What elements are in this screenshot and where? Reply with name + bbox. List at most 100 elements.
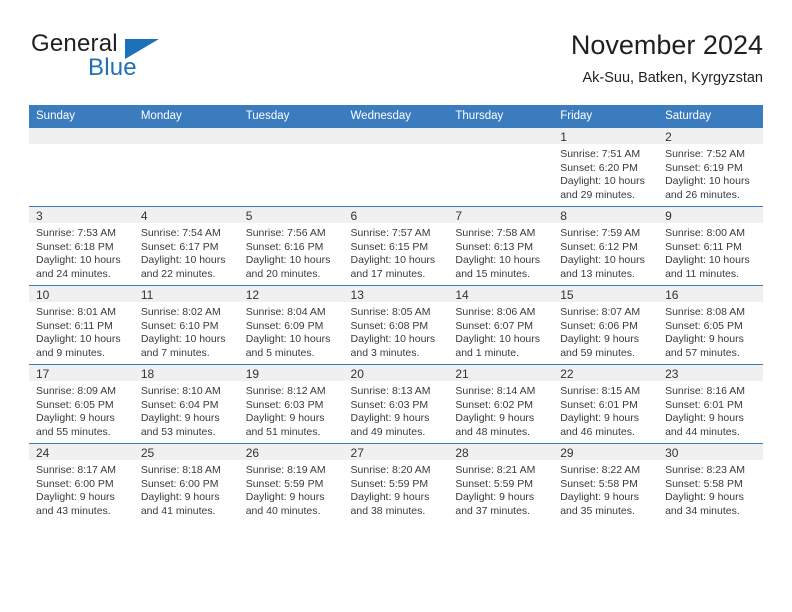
day-details: Sunrise: 8:21 AM Sunset: 5:59 PM Daylight:… bbox=[448, 460, 553, 518]
calendar-day-cell[interactable]: 5 Sunrise: 7:56 AM Sunset: 6:16 PM Daylight… bbox=[238, 206, 344, 286]
calendar-day-cell[interactable]: 1 Sunrise: 7:51 AM Sunset: 6:20 PM Daylight… bbox=[553, 127, 659, 207]
calendar-day-cell[interactable]: 3 Sunrise: 7:53 AM Sunset: 6:18 PM Daylight… bbox=[29, 206, 134, 286]
calendar-day-cell[interactable]: 4 Sunrise: 7:54 AM Sunset: 6:17 PM Daylight… bbox=[133, 206, 239, 286]
calendar-day-cell[interactable]: 9 Sunrise: 8:00 AM Sunset: 6:11 PM Daylight… bbox=[658, 206, 763, 286]
daylight-text: Daylight: 9 hours and 35 minutes. bbox=[560, 491, 640, 517]
day-number: 9 bbox=[658, 207, 763, 223]
calendar-day-cell[interactable]: 17 Sunrise: 8:09 AM Sunset: 6:05 PM Dayligh… bbox=[29, 364, 134, 444]
calendar-day-cell[interactable]: 16 Sunrise: 8:08 AM Sunset: 6:05 PM Dayligh… bbox=[658, 285, 763, 365]
sunrise-text: Sunrise: 8:00 AM bbox=[665, 227, 746, 239]
sunrise-text: Sunrise: 7:54 AM bbox=[140, 227, 221, 239]
sunset-text: Sunset: 6:01 PM bbox=[665, 398, 743, 411]
day-number: 7 bbox=[448, 207, 554, 223]
calendar-day-cell[interactable]: 20 Sunrise: 8:13 AM Sunset: 6:03 PM Dayligh… bbox=[343, 364, 449, 444]
calendar-cell-empty bbox=[238, 127, 344, 207]
calendar-day-cell[interactable]: 23 Sunrise: 8:16 AM Sunset: 6:01 PM Dayligh… bbox=[658, 364, 763, 444]
daylight-text: Daylight: 10 hours and 11 minutes. bbox=[665, 254, 750, 280]
sunset-text: Sunset: 6:11 PM bbox=[665, 240, 742, 253]
calendar-day-cell[interactable]: 6 Sunrise: 7:57 AM Sunset: 6:15 PM Daylight… bbox=[343, 206, 449, 286]
calendar-day-cell[interactable]: 25 Sunrise: 8:18 AM Sunset: 6:00 PM Dayligh… bbox=[133, 443, 239, 522]
sunset-text: Sunset: 6:00 PM bbox=[140, 477, 219, 490]
calendar-header-row: Sunday Monday Tuesday Wednesday Thursday… bbox=[29, 105, 763, 128]
day-number: 19 bbox=[238, 365, 344, 381]
daylight-text: Daylight: 9 hours and 43 minutes. bbox=[36, 491, 115, 517]
sunset-text: Sunset: 6:16 PM bbox=[245, 240, 324, 253]
day-number: 2 bbox=[658, 128, 763, 144]
calendar-day-cell[interactable]: 10 Sunrise: 8:01 AM Sunset: 6:11 PM Dayligh… bbox=[29, 285, 134, 365]
daylight-text: Daylight: 10 hours and 26 minutes. bbox=[665, 175, 750, 201]
weekday-header-sunday: Sunday bbox=[29, 105, 134, 128]
sunrise-text: Sunrise: 8:23 AM bbox=[665, 464, 746, 476]
calendar-day-cell[interactable]: 29 Sunrise: 8:22 AM Sunset: 5:58 PM Dayligh… bbox=[553, 443, 659, 522]
daylight-text: Daylight: 10 hours and 15 minutes. bbox=[455, 254, 541, 280]
sunset-text: Sunset: 6:19 PM bbox=[665, 161, 743, 174]
sunset-text: Sunset: 6:03 PM bbox=[245, 398, 324, 411]
day-number: 21 bbox=[448, 365, 554, 381]
daylight-text: Daylight: 10 hours and 3 minutes. bbox=[350, 333, 436, 359]
daylight-text: Daylight: 9 hours and 49 minutes. bbox=[350, 412, 430, 438]
day-number: 6 bbox=[343, 207, 449, 223]
day-details: Sunrise: 8:15 AM Sunset: 6:01 PM Daylight:… bbox=[553, 381, 658, 439]
calendar-day-cell[interactable]: 22 Sunrise: 8:15 AM Sunset: 6:01 PM Dayligh… bbox=[553, 364, 659, 444]
day-details: Sunrise: 7:51 AM Sunset: 6:20 PM Daylight:… bbox=[553, 144, 658, 202]
daylight-text: Daylight: 9 hours and 55 minutes. bbox=[36, 412, 115, 438]
calendar-day-cell[interactable]: 19 Sunrise: 8:12 AM Sunset: 6:03 PM Dayligh… bbox=[238, 364, 344, 444]
sunrise-text: Sunrise: 8:09 AM bbox=[36, 385, 116, 397]
calendar-day-cell[interactable]: 26 Sunrise: 8:19 AM Sunset: 5:59 PM Dayligh… bbox=[238, 443, 344, 522]
day-number bbox=[29, 128, 134, 144]
calendar-day-cell[interactable]: 15 Sunrise: 8:07 AM Sunset: 6:06 PM Dayligh… bbox=[553, 285, 659, 365]
calendar-day-cell[interactable]: 12 Sunrise: 8:04 AM Sunset: 6:09 PM Dayligh… bbox=[238, 285, 344, 365]
sunset-text: Sunset: 6:05 PM bbox=[665, 319, 743, 332]
day-number bbox=[448, 128, 554, 144]
daylight-text: Daylight: 10 hours and 22 minutes. bbox=[140, 254, 226, 280]
calendar-day-cell[interactable]: 2 Sunrise: 7:52 AM Sunset: 6:19 PM Daylight… bbox=[658, 127, 763, 207]
calendar-day-cell[interactable]: 18 Sunrise: 8:10 AM Sunset: 6:04 PM Dayligh… bbox=[133, 364, 239, 444]
day-details: Sunrise: 7:57 AM Sunset: 6:15 PM Daylight:… bbox=[344, 223, 449, 281]
sunset-text: Sunset: 6:02 PM bbox=[455, 398, 534, 411]
sunrise-text: Sunrise: 8:16 AM bbox=[665, 385, 746, 397]
sunrise-text: Sunrise: 8:14 AM bbox=[455, 385, 536, 397]
sunset-text: Sunset: 6:17 PM bbox=[140, 240, 219, 253]
day-number: 28 bbox=[448, 444, 554, 460]
day-number: 29 bbox=[553, 444, 659, 460]
brand-logo[interactable]: General Blue bbox=[29, 28, 249, 90]
calendar-day-cell[interactable]: 14 Sunrise: 8:06 AM Sunset: 6:07 PM Dayligh… bbox=[448, 285, 554, 365]
sunset-text: Sunset: 6:11 PM bbox=[36, 319, 113, 332]
day-details: Sunrise: 8:22 AM Sunset: 5:58 PM Daylight:… bbox=[553, 460, 658, 518]
calendar-cell-empty bbox=[448, 127, 554, 207]
weekday-header-friday: Friday bbox=[553, 105, 659, 128]
day-number: 3 bbox=[29, 207, 134, 223]
daylight-text: Daylight: 9 hours and 44 minutes. bbox=[665, 412, 744, 438]
page-subtitle: Ak-Suu, Batken, Kyrgyzstan bbox=[582, 70, 763, 86]
day-details: Sunrise: 8:05 AM Sunset: 6:08 PM Daylight:… bbox=[344, 302, 449, 360]
day-details: Sunrise: 8:01 AM Sunset: 6:11 PM Daylight:… bbox=[29, 302, 134, 360]
calendar-day-cell[interactable]: 28 Sunrise: 8:21 AM Sunset: 5:59 PM Dayligh… bbox=[448, 443, 554, 522]
sunset-text: Sunset: 6:04 PM bbox=[140, 398, 219, 411]
sunrise-text: Sunrise: 7:57 AM bbox=[350, 227, 431, 239]
page-title: November 2024 bbox=[570, 30, 763, 60]
day-number: 10 bbox=[29, 286, 134, 302]
day-details: Sunrise: 8:09 AM Sunset: 6:05 PM Daylight:… bbox=[29, 381, 134, 439]
calendar-day-cell[interactable]: 30 Sunrise: 8:23 AM Sunset: 5:58 PM Dayligh… bbox=[658, 443, 763, 522]
calendar-day-cell[interactable]: 11 Sunrise: 8:02 AM Sunset: 6:10 PM Dayligh… bbox=[133, 285, 239, 365]
sunrise-text: Sunrise: 8:19 AM bbox=[245, 464, 326, 476]
calendar-day-cell[interactable]: 27 Sunrise: 8:20 AM Sunset: 5:59 PM Dayligh… bbox=[343, 443, 449, 522]
day-number bbox=[343, 128, 449, 144]
day-details: Sunrise: 7:54 AM Sunset: 6:17 PM Daylight:… bbox=[134, 223, 239, 281]
day-details: Sunrise: 8:17 AM Sunset: 6:00 PM Daylight:… bbox=[29, 460, 134, 518]
calendar-day-cell[interactable]: 24 Sunrise: 8:17 AM Sunset: 6:00 PM Dayligh… bbox=[29, 443, 134, 522]
sunset-text: Sunset: 6:06 PM bbox=[560, 319, 638, 332]
calendar-page: General Blue November 2024 Ak-Suu, Batke… bbox=[0, 0, 792, 612]
sunset-text: Sunset: 6:13 PM bbox=[455, 240, 534, 253]
daylight-text: Daylight: 9 hours and 48 minutes. bbox=[455, 412, 535, 438]
weekday-header-tuesday: Tuesday bbox=[238, 105, 344, 128]
sunset-text: Sunset: 5:59 PM bbox=[245, 477, 324, 490]
sunset-text: Sunset: 6:15 PM bbox=[350, 240, 429, 253]
calendar-day-cell[interactable]: 21 Sunrise: 8:14 AM Sunset: 6:02 PM Dayligh… bbox=[448, 364, 554, 444]
calendar-day-cell[interactable]: 13 Sunrise: 8:05 AM Sunset: 6:08 PM Dayligh… bbox=[343, 285, 449, 365]
calendar-week-row: 3 Sunrise: 7:53 AM Sunset: 6:18 PM Daylight… bbox=[29, 206, 763, 286]
calendar-table: Sunday Monday Tuesday Wednesday Thursday… bbox=[29, 105, 763, 522]
calendar-day-cell[interactable]: 8 Sunrise: 7:59 AM Sunset: 6:12 PM Daylight… bbox=[553, 206, 659, 286]
sunrise-text: Sunrise: 8:08 AM bbox=[665, 306, 746, 318]
calendar-day-cell[interactable]: 7 Sunrise: 7:58 AM Sunset: 6:13 PM Daylight… bbox=[448, 206, 554, 286]
